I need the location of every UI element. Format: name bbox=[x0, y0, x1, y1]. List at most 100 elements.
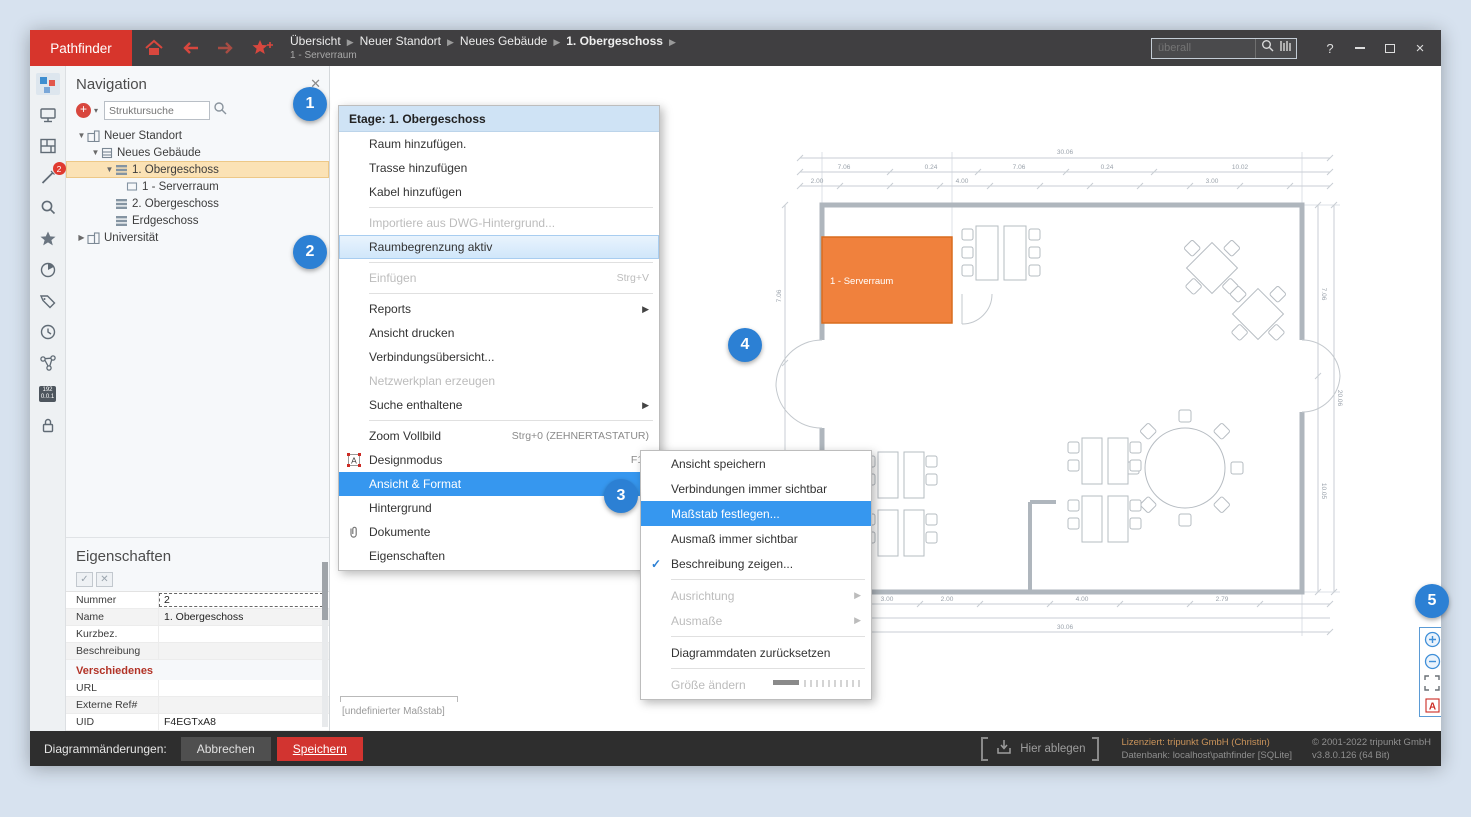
expander-icon[interactable]: ▼ bbox=[90, 148, 101, 157]
navigation-panel-icon[interactable] bbox=[36, 73, 60, 95]
menu-item: Ausrichtung▶ bbox=[641, 583, 871, 608]
breadcrumb-sub-item[interactable]: 1 - Serverraum bbox=[290, 49, 682, 62]
cancel-changes-button[interactable]: Abbrechen bbox=[181, 737, 271, 761]
tree-item-label: 1 - Serverraum bbox=[142, 181, 219, 193]
menu-item[interactable]: ✓Beschreibung zeigen... bbox=[641, 551, 871, 576]
menu-item[interactable]: Ausmaß immer sichtbar bbox=[641, 526, 871, 551]
property-value[interactable] bbox=[158, 680, 329, 696]
menu-item[interactable]: Trasse hinzufügen bbox=[339, 156, 659, 180]
property-value[interactable] bbox=[158, 626, 329, 642]
search-icon[interactable] bbox=[1261, 39, 1274, 57]
menu-item[interactable]: Ansicht drucken bbox=[339, 321, 659, 345]
menu-item[interactable]: Raum hinzufügen. bbox=[339, 132, 659, 156]
back-icon[interactable] bbox=[176, 34, 204, 62]
menu-item[interactable]: Dokumente bbox=[339, 520, 659, 544]
property-label: Name bbox=[66, 611, 158, 623]
breadcrumb-segment[interactable]: Übersicht bbox=[290, 34, 341, 48]
tool-sidebar: 2 1920.0.1 bbox=[30, 66, 66, 731]
save-changes-button[interactable]: Speichern bbox=[277, 737, 363, 761]
add-node-caret-icon[interactable]: ▾ bbox=[94, 106, 98, 115]
reports-icon[interactable] bbox=[36, 259, 60, 281]
status-bar: Diagrammänderungen: Abbrechen Speichern … bbox=[30, 731, 1441, 766]
breadcrumb-segment[interactable]: Neuer Standort bbox=[360, 34, 441, 48]
edit-icon[interactable]: 2 bbox=[36, 166, 60, 188]
search-options-icon[interactable] bbox=[1279, 39, 1291, 57]
floorplan-icon[interactable] bbox=[36, 135, 60, 157]
version-line: v3.8.0.126 (64 Bit) bbox=[1312, 750, 1431, 761]
tree-item-room[interactable]: 1 - Serverraum bbox=[66, 178, 329, 195]
tree-item-label: Erdgeschoss bbox=[132, 215, 198, 227]
favorites-icon[interactable] bbox=[36, 228, 60, 250]
tree-item-site[interactable]: ▶ Universität bbox=[66, 229, 329, 246]
navigation-tree: ▼ Neuer Standort ▼ Neues Gebäude ▼ 1. Ob… bbox=[66, 127, 329, 246]
floor-icon bbox=[115, 215, 128, 227]
menu-item[interactable]: Eigenschaften bbox=[339, 544, 659, 568]
property-label: URL bbox=[66, 682, 158, 694]
menu-item[interactable]: Reports▶ bbox=[339, 297, 659, 321]
menu-item-selected[interactable]: Maßstab festlegen... bbox=[641, 501, 871, 526]
tree-item-floor[interactable]: 2. Obergeschoss bbox=[66, 195, 329, 212]
topology-icon[interactable] bbox=[36, 352, 60, 374]
tree-item-building[interactable]: ▼ Neues Gebäude bbox=[66, 144, 329, 161]
property-value[interactable] bbox=[158, 643, 329, 659]
favorite-add-icon[interactable] bbox=[248, 34, 276, 62]
home-icon[interactable] bbox=[140, 34, 168, 62]
menu-item[interactable]: Verbindungen immer sichtbar bbox=[641, 476, 871, 501]
search-panel-icon[interactable] bbox=[36, 197, 60, 219]
ip-address-icon[interactable]: 1920.0.1 bbox=[36, 383, 60, 405]
dimension-label: 3.00 bbox=[1206, 178, 1219, 185]
apply-button[interactable]: ✓ bbox=[76, 572, 93, 587]
breadcrumb-segment[interactable]: Neues Gebäude bbox=[460, 34, 547, 48]
drop-zone[interactable]: Hier ablegen bbox=[981, 737, 1099, 761]
property-value[interactable]: 2 bbox=[158, 592, 329, 608]
close-button[interactable]: × bbox=[1405, 35, 1435, 61]
menu-item[interactable]: A DesignmodusF12 bbox=[339, 448, 659, 472]
breadcrumb-segment-current[interactable]: 1. Obergeschoss bbox=[566, 34, 663, 48]
menu-item[interactable]: Zoom VollbildStrg+0 (ZEHNERTASTATUR) bbox=[339, 424, 659, 448]
tags-icon[interactable] bbox=[36, 290, 60, 312]
dimension-label: 2.79 bbox=[1216, 596, 1229, 603]
structure-search-input[interactable] bbox=[104, 101, 210, 120]
expander-icon[interactable]: ▶ bbox=[76, 233, 87, 242]
menu-item[interactable]: Ansicht speichern bbox=[641, 451, 871, 476]
expander-icon[interactable]: ▼ bbox=[104, 165, 115, 174]
zoom-fit-button[interactable] bbox=[1420, 672, 1441, 694]
maximize-button[interactable] bbox=[1375, 35, 1405, 61]
scrollbar-thumb[interactable] bbox=[322, 562, 328, 620]
property-value[interactable] bbox=[158, 697, 329, 713]
properties-scrollbar[interactable] bbox=[322, 562, 328, 727]
structure-search-icon[interactable] bbox=[213, 101, 227, 120]
dimension-label: 7.06 bbox=[1320, 288, 1327, 301]
property-value[interactable]: F4EGTxA8 bbox=[158, 714, 329, 730]
zoom-out-button[interactable] bbox=[1420, 650, 1441, 672]
history-icon[interactable] bbox=[36, 321, 60, 343]
property-value[interactable]: 1. Obergeschoss bbox=[158, 609, 329, 625]
menu-item[interactable]: Suche enthaltene▶ bbox=[339, 393, 659, 417]
menu-item[interactable]: Verbindungsübersicht... bbox=[339, 345, 659, 369]
navigation-toolbar: + ▾ bbox=[66, 101, 329, 127]
property-row: Name 1. Obergeschoss bbox=[66, 609, 329, 626]
devices-icon[interactable] bbox=[36, 104, 60, 126]
room-serverraum[interactable]: 1 - Serverraum bbox=[822, 237, 952, 323]
app-menu-button[interactable]: Pathfinder bbox=[30, 30, 132, 66]
lock-icon[interactable] bbox=[36, 414, 60, 436]
discard-button[interactable]: ✕ bbox=[96, 572, 113, 587]
zoom-in-button[interactable] bbox=[1420, 628, 1441, 650]
tree-item-floor-selected[interactable]: ▼ 1. Obergeschoss bbox=[66, 161, 329, 178]
global-search-input[interactable] bbox=[1152, 42, 1255, 54]
expander-icon[interactable]: ▼ bbox=[76, 131, 87, 140]
tree-item-floor[interactable]: Erdgeschoss bbox=[66, 212, 329, 229]
breadcrumb-separator-icon: ▶ bbox=[347, 37, 354, 47]
tree-item-site[interactable]: ▼ Neuer Standort bbox=[66, 127, 329, 144]
menu-item[interactable]: Kabel hinzufügen bbox=[339, 180, 659, 204]
help-button[interactable]: ? bbox=[1315, 35, 1345, 61]
size-slider[interactable] bbox=[773, 678, 861, 692]
forward-icon[interactable] bbox=[212, 34, 240, 62]
submenu: Ansicht speichern Verbindungen immer sic… bbox=[640, 450, 872, 700]
menu-item-highlighted[interactable]: Raumbegrenzung aktiv bbox=[339, 235, 659, 259]
design-mode-button[interactable]: A bbox=[1420, 694, 1441, 716]
menu-item[interactable]: Diagrammdaten zurücksetzen bbox=[641, 640, 871, 665]
minimize-button[interactable] bbox=[1345, 35, 1375, 61]
add-node-button[interactable]: + bbox=[76, 103, 91, 118]
dimension-label: 30.06 bbox=[1057, 624, 1074, 631]
